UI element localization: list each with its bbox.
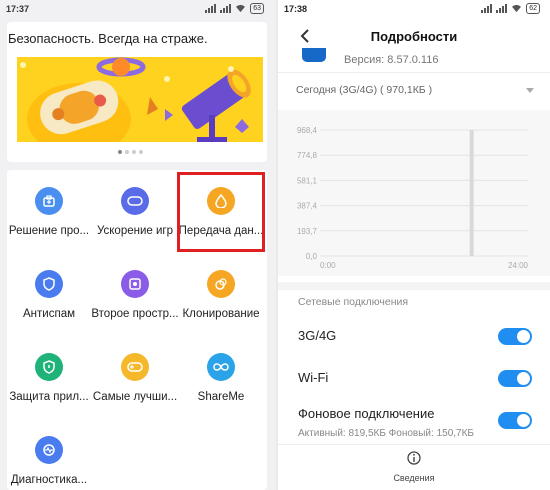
x-tick-label: 0:00 <box>320 261 336 270</box>
tile-app-lock[interactable]: Защита прил... <box>5 338 93 418</box>
y-tick-label: 0,0 <box>306 252 318 261</box>
status-icons: 63 <box>205 3 264 14</box>
y-tick-label: 193,7 <box>297 227 318 236</box>
tile-label: Антиспам <box>23 308 75 320</box>
screenshot-pair: 17:37 63 Безопасность. Всегда на страже. <box>0 0 550 490</box>
tile-label: Ускорение игр <box>96 225 173 237</box>
details-screen: 17:38 62 Подробности Версия: 8.57.0.116 … <box>276 0 550 490</box>
diagnostics-icon <box>35 436 63 464</box>
tile-cloning[interactable]: Клонирование <box>177 255 265 335</box>
second-space-icon <box>121 270 149 298</box>
row-label-mobile: 3G/4G <box>298 328 337 343</box>
status-bar: 17:37 63 <box>0 0 276 18</box>
y-tick-label: 581,1 <box>297 176 318 185</box>
gamepad-icon <box>121 187 149 215</box>
promo-banner[interactable] <box>17 57 263 142</box>
tile-problem-solving[interactable]: Решение про... <box>5 172 93 252</box>
row-label-background: Фоновое подключение <box>298 406 435 421</box>
clone-icon <box>207 270 235 298</box>
highlight-frame <box>177 172 265 252</box>
tile-label: ShareMe <box>197 391 245 403</box>
row-label-wifi: Wi-Fi <box>298 370 329 385</box>
promo-title: Безопасность. Всегда на страже. <box>8 31 208 46</box>
usage-bar <box>469 130 474 256</box>
background-toggle[interactable] <box>498 412 532 429</box>
tile-label: Диагностика... <box>10 474 88 486</box>
briefcase-icon <box>35 187 63 215</box>
games-icon <box>121 353 149 381</box>
tile-shareme[interactable]: ShareMe <box>177 338 265 418</box>
period-selector[interactable]: Сегодня (3G/4G) ( 970,1КБ ) <box>296 84 432 96</box>
page-title: Подробности <box>370 29 458 44</box>
y-tick-label: 387,4 <box>297 202 318 211</box>
tab-label: Сведения <box>393 473 435 483</box>
status-bar: 17:38 62 <box>278 0 550 18</box>
divider <box>278 444 550 445</box>
tile-label: Самые лучши... <box>92 391 178 403</box>
battery-icon: 62 <box>526 3 540 14</box>
app-version: Версия: 8.57.0.116 <box>344 54 439 66</box>
divider <box>278 282 550 290</box>
chevron-down-icon[interactable] <box>526 88 534 93</box>
status-icons: 62 <box>481 3 540 14</box>
tab-details[interactable]: Сведения <box>278 448 550 483</box>
y-tick-label: 774,8 <box>297 151 318 160</box>
usage-chart: 968,4 774,8 581,1 387,4 193,7 0,00:00 24:00 <box>297 126 529 270</box>
app-icon <box>302 48 326 62</box>
wifi-icon <box>512 4 522 13</box>
wifi-toggle[interactable] <box>498 370 532 387</box>
y-tick-label: 968,4 <box>297 126 318 135</box>
tile-antispam[interactable]: Антиспам <box>5 255 93 335</box>
mobile-data-toggle[interactable] <box>498 328 532 345</box>
tile-diagnostics[interactable]: Диагностика... <box>5 421 93 490</box>
signal-icon <box>481 4 493 13</box>
tile-game-booster[interactable]: Ускорение игр <box>91 172 179 252</box>
signal-icon-2 <box>220 4 232 13</box>
tile-label: Второе простр... <box>91 308 179 320</box>
status-time: 17:37 <box>6 4 30 14</box>
carousel-dots[interactable] <box>118 150 143 154</box>
wifi-icon <box>236 4 246 13</box>
security-app-screen: 17:37 63 Безопасность. Всегда на страже. <box>0 0 276 490</box>
shield-icon <box>35 270 63 298</box>
tile-label: Решение про... <box>8 225 90 237</box>
status-time: 17:38 <box>284 4 308 14</box>
info-icon <box>407 451 421 465</box>
x-tick-label: 24:00 <box>508 261 529 270</box>
divider <box>278 72 550 73</box>
banner-illustration <box>17 57 263 142</box>
section-title: Сетевые подключения <box>298 296 409 308</box>
battery-icon: 63 <box>250 3 264 14</box>
signal-icon-2 <box>496 4 508 13</box>
tile-best-games[interactable]: Самые лучши... <box>91 338 179 418</box>
tile-label: Защита прил... <box>9 391 89 403</box>
signal-icon <box>205 4 217 13</box>
background-usage-detail: Активный: 819,5КБ Фоновый: 150,7КБ <box>298 428 474 439</box>
tile-label: Клонирование <box>182 308 260 320</box>
app-lock-icon <box>35 353 63 381</box>
tile-second-space[interactable]: Второе простр... <box>91 255 179 335</box>
infinity-icon <box>207 353 235 381</box>
